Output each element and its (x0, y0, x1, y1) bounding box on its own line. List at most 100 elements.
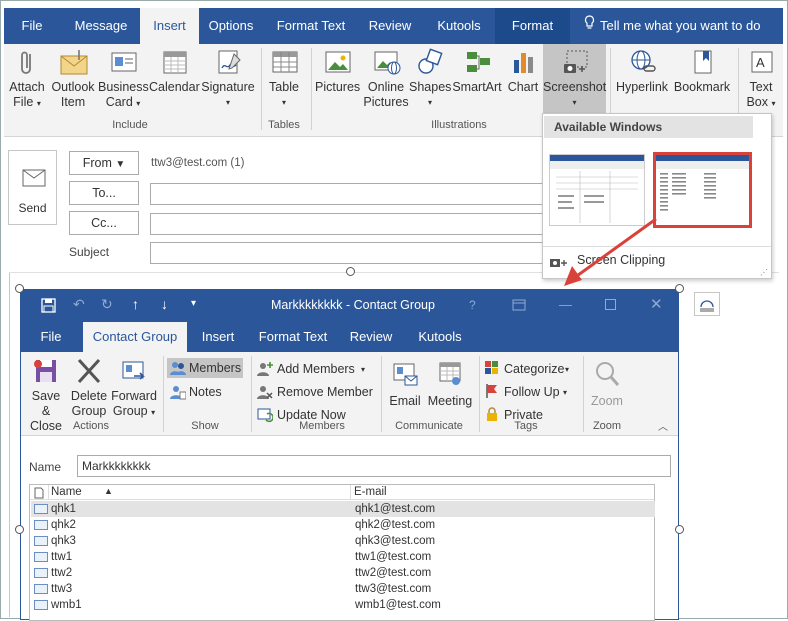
attach-file-button[interactable]: Attach File ▾ (7, 48, 47, 111)
inner-tab-contact-group[interactable]: Contact Group (83, 322, 187, 352)
resize-handle[interactable] (675, 525, 684, 534)
categorize-button[interactable]: Categorize ▾ (485, 360, 575, 378)
forward-group-button[interactable]: Forward Group ▾ (111, 356, 157, 420)
minimize-icon[interactable]: — (559, 297, 572, 312)
resize-grip-icon[interactable]: ⋰ (760, 268, 768, 277)
follow-up-button[interactable]: Follow Up ▾ (485, 383, 575, 401)
resize-handle[interactable] (346, 267, 355, 276)
outlook-item-button[interactable]: Outlook Item (50, 48, 96, 110)
member-email: ttw1@test.com (355, 551, 432, 563)
send-button[interactable]: Send (8, 150, 57, 225)
inner-tab-insert[interactable]: Insert (193, 322, 243, 352)
meeting-label: Meeting (427, 394, 473, 408)
redo-icon[interactable]: ↻ (101, 296, 113, 313)
column-divider (350, 485, 351, 500)
add-members-button[interactable]: Add Members ▾ (257, 360, 377, 378)
tab-kutools[interactable]: Kutools (424, 8, 494, 44)
tab-insert[interactable]: Insert (140, 8, 199, 44)
box-label: Box (746, 95, 769, 109)
email-button[interactable]: Email (387, 360, 423, 409)
calendar-icon (160, 48, 188, 76)
screenshot-button[interactable]: Screenshot ▾ (543, 48, 606, 110)
column-header-name[interactable]: Name (51, 485, 82, 500)
meeting-button[interactable]: Meeting (426, 360, 474, 409)
flag-icon (485, 384, 499, 402)
notes-view-button[interactable]: Notes (167, 382, 243, 402)
hyperlink-button[interactable]: Hyperlink (614, 48, 670, 95)
member-name: qhk3 (51, 535, 76, 547)
members-view-button[interactable]: Members (167, 358, 243, 378)
online-pictures-button[interactable]: Online Pictures (363, 48, 409, 110)
collapse-ribbon-icon[interactable]: ︿ (658, 418, 668, 433)
member-email: wmb1@test.com (355, 599, 441, 611)
business-label: Business (98, 80, 149, 94)
inner-tab-review[interactable]: Review (343, 322, 399, 352)
table-row[interactable]: ttw3 ttw3@test.com (31, 581, 655, 597)
resize-handle[interactable] (675, 284, 684, 293)
chart-button[interactable]: Chart (506, 48, 540, 95)
save-icon[interactable] (41, 298, 56, 316)
ribbon-tab-bar: File Message Insert Options Format Text … (4, 8, 783, 44)
group-show-label: Show (191, 420, 219, 432)
business-card-button[interactable]: Business Card ▾ (98, 48, 149, 111)
contact-group-ribbon: Save & Close Delete Group Forward Group … (21, 352, 678, 436)
delete-x-icon (75, 356, 103, 386)
table-button[interactable]: Table ▾ (266, 48, 302, 110)
shapes-button[interactable]: Shapes ▾ (409, 48, 451, 110)
calendar-button[interactable]: Calendar (149, 48, 200, 95)
tab-options[interactable]: Options (200, 8, 262, 44)
notes-icon (170, 384, 187, 404)
forward-label: Forward (111, 389, 157, 403)
table-row[interactable]: qhk2 qhk2@test.com (31, 517, 655, 533)
ribbon-display-icon[interactable] (512, 299, 526, 314)
text-box-icon: A (747, 48, 775, 76)
help-button[interactable]: ? (469, 298, 476, 312)
inner-tab-file[interactable]: File (27, 322, 75, 352)
bookmark-label: Bookmark (673, 80, 731, 94)
to-button[interactable]: To... (69, 181, 139, 205)
table-row[interactable]: wmb1 wmb1@test.com (31, 597, 655, 613)
available-windows-header: Available Windows (544, 116, 753, 138)
table-row[interactable]: ttw2 ttw2@test.com (31, 565, 655, 581)
tab-format[interactable]: Format (495, 8, 570, 44)
remove-member-button[interactable]: Remove Member (257, 383, 377, 401)
tell-me-box[interactable]: Tell me what you want to do (584, 8, 760, 44)
cc-button[interactable]: Cc... (69, 211, 139, 235)
pictures-button[interactable]: Pictures (315, 48, 360, 95)
signature-button[interactable]: Signature ▾ (200, 48, 256, 110)
send-label: Send (18, 201, 47, 215)
layout-options-icon[interactable] (694, 292, 720, 316)
inner-tab-kutools[interactable]: Kutools (409, 322, 471, 352)
table-row[interactable]: ttw1 ttw1@test.com (31, 549, 655, 565)
customize-toolbar-icon[interactable]: ▾ (191, 298, 196, 309)
tab-file[interactable]: File (4, 8, 60, 44)
window-thumbnail-2-selected[interactable] (653, 152, 752, 228)
inner-tab-format-text[interactable]: Format Text (251, 322, 335, 352)
table-row[interactable]: qhk1 qhk1@test.com (31, 501, 655, 517)
member-list-header: Name ▲ E-mail (30, 485, 654, 500)
up-arrow-icon[interactable]: ↑ (132, 296, 139, 312)
close-icon[interactable]: ✕ (650, 295, 663, 313)
save-close-button[interactable]: Save & Close (26, 356, 66, 434)
resize-handle[interactable] (15, 525, 24, 534)
undo-icon[interactable]: ↶ (73, 296, 85, 313)
attach-label: Attach (9, 80, 45, 94)
zoom-button[interactable]: Zoom (589, 360, 625, 409)
column-header-email[interactable]: E-mail (354, 485, 387, 500)
tab-format-text[interactable]: Format Text (268, 8, 354, 44)
group-include-label: Include (112, 119, 148, 131)
group-name-field[interactable]: Markkkkkkkk (77, 455, 671, 477)
from-button[interactable]: From ▼ (69, 151, 139, 175)
smartart-button[interactable]: SmartArt (452, 48, 502, 95)
forward-contact-icon (120, 356, 148, 386)
down-arrow-icon[interactable]: ↓ (161, 296, 168, 312)
tab-message[interactable]: Message (62, 8, 140, 44)
bookmark-button[interactable]: Bookmark (672, 48, 732, 95)
tab-review[interactable]: Review (360, 8, 420, 44)
delete-group-button[interactable]: Delete Group (69, 356, 109, 419)
table-row[interactable]: qhk3 qhk3@test.com (31, 533, 655, 549)
resize-handle[interactable] (15, 284, 24, 293)
maximize-icon[interactable] (605, 299, 616, 313)
categorize-icon (485, 361, 499, 379)
text-box-button[interactable]: A Text Box ▾ (742, 48, 780, 111)
